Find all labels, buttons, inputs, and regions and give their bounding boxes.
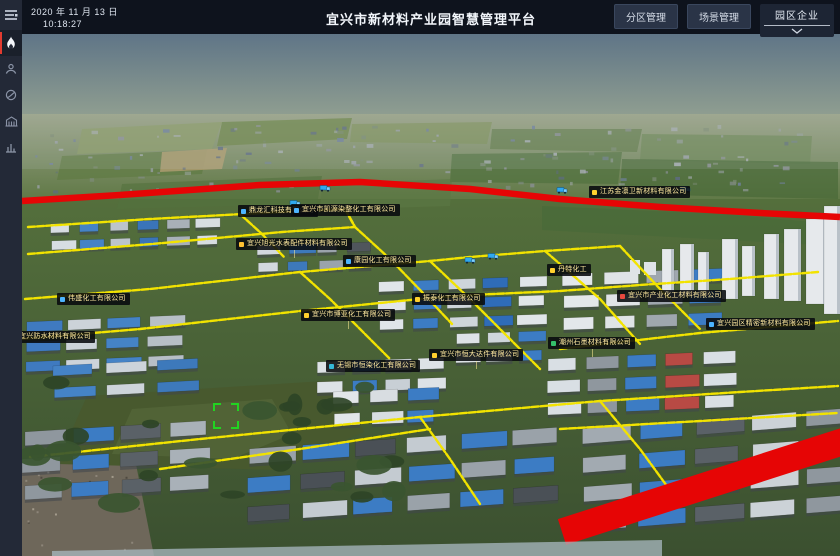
company-poi-label[interactable]: 无锡市恒染化工有限公司 [326,360,420,372]
company-marker-icon [304,313,309,318]
company-name: 宜兴市博亚化工有限公司 [312,311,391,319]
company-poi-label[interactable]: 振泰化工有限公司 [412,293,485,305]
current-time: 10:18:27 [43,19,82,29]
company-marker-icon [415,297,420,302]
company-name: 宜兴旭光水表配件材料有限公司 [247,240,348,248]
top-header: 2020 年 11 月 13 日 10:18:27 宜兴市新材料产业园智慧管理平… [22,0,840,34]
company-marker-icon [709,322,714,327]
company-name: 无锡市恒染化工有限公司 [337,362,416,370]
company-poi-label[interactable]: 宜兴市凯源染整化工有限公司 [291,204,400,216]
company-name: 宜兴市恒大达件有限公司 [440,351,519,359]
label-leader-line [348,321,349,329]
label-leader-line [294,250,295,258]
company-marker-icon [346,259,351,264]
company-poi-label[interactable]: 潮州石墨材料有限公司 [548,337,635,349]
flame-icon [5,36,17,50]
company-poi-label[interactable]: 宜兴园区精密新材料有限公司 [706,318,815,330]
page-title: 宜兴市新材料产业园智慧管理平台 [326,9,536,28]
company-marker-icon [550,268,555,273]
company-marker-icon [551,341,556,346]
chart-icon [5,141,17,153]
dropdown-divider [764,25,830,26]
header-actions: 分区管理 场景管理 园区企业 [614,4,834,37]
sidebar-item-menu[interactable] [0,0,22,30]
dropdown-label: 园区企业 [760,7,834,22]
company-name: 潮州石墨材料有限公司 [559,339,631,347]
selection-bracket [213,403,239,429]
company-marker-icon [592,190,597,195]
company-poi-label[interactable]: 康园化工有限公司 [343,255,416,267]
company-marker-icon [60,297,65,302]
company-name: 宜兴市凯源染整化工有限公司 [302,206,396,214]
company-name: 江苏金凛卫新材料有限公司 [600,188,686,196]
company-marker-icon [432,353,437,358]
company-marker-icon [620,294,625,299]
zone-management-button[interactable]: 分区管理 [614,4,678,29]
company-name: 伟盛化工有限公司 [68,295,126,303]
menu-icon [4,9,18,21]
chevron-down-icon [791,28,803,34]
company-name: 宜兴园区精密新材料有限公司 [717,320,811,328]
factory-icon [5,115,18,127]
sidebar-item-fire[interactable] [0,30,22,56]
company-marker-icon [329,364,334,369]
company-poi-label[interactable]: 宜兴市博亚化工有限公司 [301,309,395,321]
company-marker-icon [294,208,299,213]
company-name: 振泰化工有限公司 [423,295,481,303]
current-date: 2020 年 11 月 13 日 [31,5,118,18]
company-name: 康园化工有限公司 [354,257,412,265]
user-icon [5,63,17,75]
smart-park-platform-window: 2020 年 11 月 13 日 10:18:27 宜兴市新材料产业园智慧管理平… [0,0,840,556]
sidebar-item-statistics[interactable] [0,134,22,160]
label-leader-line [476,361,477,369]
company-poi-label[interactable]: 宜兴旭光水表配件材料有限公司 [236,238,352,250]
sidebar-item-globe[interactable] [0,82,22,108]
park-enterprise-dropdown[interactable]: 园区企业 [760,4,834,37]
company-name: 宜兴市产业化工材料有限公司 [628,292,722,300]
company-name: 宜兴防水材料有限公司 [22,333,91,341]
globe-icon [5,89,17,101]
left-toolbar [0,0,22,556]
company-poi-label[interactable]: 伟盛化工有限公司 [57,293,130,305]
company-marker-icon [239,242,244,247]
sidebar-item-user[interactable] [0,56,22,82]
company-poi-label[interactable]: 丹特化工 [547,264,591,276]
sidebar-item-factory[interactable] [0,108,22,134]
map-3d-viewport[interactable]: 鼎龙汇科技有限公司宜兴市凯源染整化工有限公司宜兴旭光水表配件材料有限公司康园化工… [22,34,840,556]
company-poi-label[interactable]: 宜兴市产业化工材料有限公司 [617,290,726,302]
scene-management-button[interactable]: 场景管理 [687,4,751,29]
company-poi-label[interactable]: 宜兴市恒大达件有限公司 [429,349,523,361]
company-name: 丹特化工 [558,266,587,274]
company-marker-icon [241,209,246,214]
company-poi-label[interactable]: 宜兴防水材料有限公司 [22,331,95,343]
company-poi-label[interactable]: 江苏金凛卫新材料有限公司 [589,186,690,198]
label-leader-line [592,349,593,357]
